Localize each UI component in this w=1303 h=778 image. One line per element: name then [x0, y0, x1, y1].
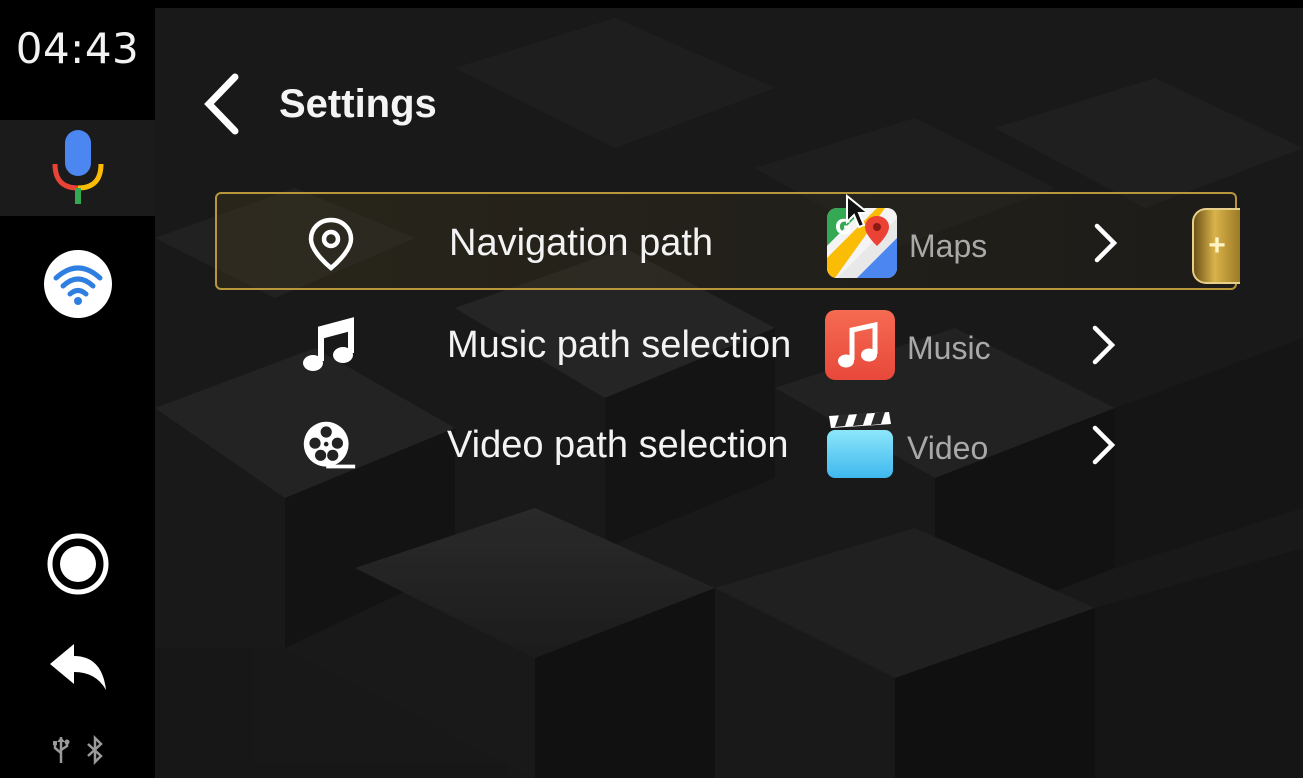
chevron-left-icon: [201, 73, 241, 140]
header-back-button[interactable]: [197, 73, 245, 140]
video-app-icon: [825, 410, 895, 480]
location-pin-icon: [303, 216, 359, 272]
home-button[interactable]: [0, 528, 155, 604]
settings-panel: Settings Navigation path G Maps Music pa…: [155, 8, 1303, 778]
chevron-right-icon: [1089, 220, 1123, 266]
film-reel-icon: [301, 418, 357, 474]
chevron-right-icon: [1087, 422, 1121, 468]
app-name: Video: [907, 430, 989, 466]
bluetooth-icon: [85, 734, 105, 770]
expand-side-tab[interactable]: +: [1192, 208, 1240, 284]
voice-assistant-button[interactable]: [0, 120, 155, 216]
home-icon: [46, 532, 110, 601]
back-button[interactable]: [0, 634, 155, 704]
settings-row-video[interactable]: Video path selection Video: [215, 396, 1237, 494]
mouse-cursor-icon: [845, 193, 871, 235]
wifi-icon: [42, 248, 114, 325]
app-name: Maps: [909, 228, 988, 264]
side-rail: 04:43: [0, 0, 155, 778]
chevron-right-icon: [1087, 322, 1121, 368]
row-label: Video path selection: [447, 424, 789, 466]
back-arrow-icon: [46, 640, 110, 699]
usb-icon: [51, 735, 71, 770]
music-app-icon: [825, 310, 895, 380]
row-label: Navigation path: [449, 222, 714, 264]
clock: 04:43: [15, 24, 140, 73]
status-icons: [0, 732, 155, 772]
app-name: Music: [907, 330, 991, 366]
settings-row-music[interactable]: Music path selection Music: [215, 296, 1237, 394]
settings-row-navigation[interactable]: Navigation path G Maps: [215, 192, 1237, 290]
page-title: Settings: [279, 82, 437, 126]
wifi-button[interactable]: [0, 248, 155, 324]
row-label: Music path selection: [447, 324, 792, 366]
microphone-icon: [48, 124, 108, 213]
music-note-icon: [301, 317, 357, 374]
